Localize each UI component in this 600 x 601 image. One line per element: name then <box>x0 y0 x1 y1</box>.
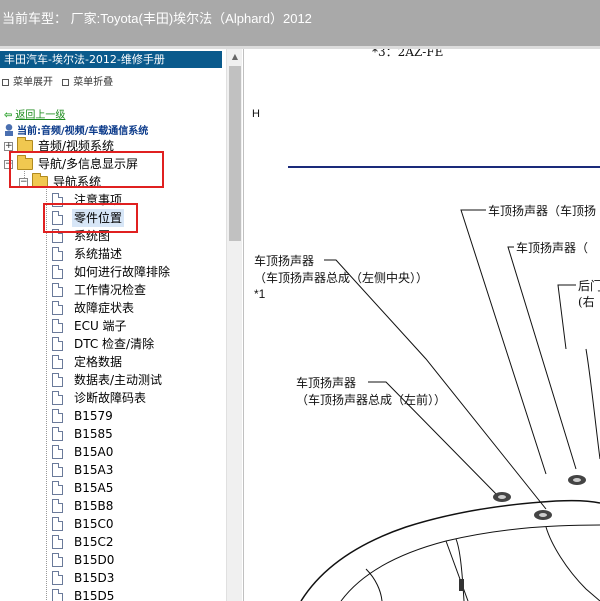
vehicle-outline <box>300 499 600 601</box>
vehicle-model-title: 当前车型： 厂家:Toyota(丰田)埃尔法（Alphard）2012 <box>2 11 312 26</box>
document-icon <box>52 499 63 513</box>
document-icon <box>52 373 63 387</box>
footnote-1: *1 <box>254 287 266 301</box>
tree-item-label: B15D3 <box>74 571 115 585</box>
expand-icon[interactable]: + <box>4 142 13 151</box>
document-icon <box>52 301 63 315</box>
tree-item-label: B15C0 <box>74 517 114 531</box>
current-location-label: 当前:音频/视频/车载通信系统 <box>17 126 149 137</box>
tree-item-label: B15A3 <box>74 463 114 477</box>
tree-item-label: B15A5 <box>74 481 114 495</box>
expand-menu-button[interactable]: 菜单展开 <box>2 77 53 88</box>
document-icon <box>52 463 63 477</box>
vehicle-outline <box>445 540 469 601</box>
document-icon <box>52 445 63 459</box>
back-link[interactable]: 返回上一级 <box>15 110 65 121</box>
callout-roof-left-center-detail: （车顶扬声器总成（左侧中央）） <box>254 271 429 285</box>
tree-item-label: B1585 <box>74 427 113 441</box>
tree-item-label: 定格数据 <box>74 355 123 369</box>
document-icon <box>52 535 63 549</box>
tree-connector <box>46 182 47 601</box>
document-icon <box>52 481 63 495</box>
title-bar: 当前车型： 厂家:Toyota(丰田)埃尔法（Alphard）2012 <box>0 0 600 46</box>
collapse-menu-button[interactable]: 菜单折叠 <box>62 77 113 88</box>
roof-speaker-part <box>573 478 581 482</box>
document-icon <box>52 409 63 423</box>
tree-item-label: 工作情况检查 <box>74 283 147 297</box>
document-icon <box>52 337 63 351</box>
expand-menu-label: 菜单展开 <box>13 77 53 88</box>
scrollbar-thumb[interactable] <box>229 66 241 241</box>
document-icon <box>52 553 63 567</box>
highlight-box <box>43 203 138 233</box>
leader-line <box>507 246 577 470</box>
document-icon <box>52 571 63 585</box>
vehicle-outline <box>585 348 600 460</box>
roof-speaker-part <box>539 513 547 517</box>
tree-item-label: 诊断故障码表 <box>74 391 147 405</box>
tree-item-label: 如何进行故障排除 <box>74 265 171 279</box>
callout-roof-left-front-detail: （车顶扬声器总成（左前）） <box>296 393 447 407</box>
tree-item-label: 数据表/主动测试 <box>74 373 163 387</box>
vehicle-outline <box>455 538 465 601</box>
leader-line <box>557 284 576 350</box>
leader-line <box>324 259 547 510</box>
document-icon <box>52 247 63 261</box>
tree-item-label: B15D0 <box>74 553 115 567</box>
vehicle-outline <box>365 568 383 601</box>
parts-location-diagram <box>288 166 600 601</box>
expand-icon <box>2 79 9 86</box>
tree-scrollbar[interactable]: ▲ <box>226 49 242 601</box>
manual-title: 丰田汽车-埃尔法-2012-维修手册 <box>0 51 222 68</box>
scroll-up-icon[interactable]: ▲ <box>227 49 243 65</box>
roof-speaker-part <box>498 495 506 499</box>
callout-rear-door: 后门 <box>578 279 600 293</box>
tree-item-label: 故障症状表 <box>74 301 135 315</box>
callout-rear-door-sub: (右 <box>578 295 595 309</box>
current-location: 当前:音频/视频/车载通信系统 <box>4 122 148 137</box>
callout-roof-left-center: 车顶扬声器 <box>254 254 315 268</box>
vehicle-outline <box>545 526 600 601</box>
navigation-pane: 丰田汽车-埃尔法-2012-维修手册 菜单展开 菜单折叠 ⇦ 返回上一级 当前:音… <box>0 49 244 601</box>
diagram-pane: *3：2AZ-FE H 车顶扬声器（车顶扬 车顶扬声器（ 后门 (右 车顶扬声器… <box>246 49 600 601</box>
tree-item-label: B15D5 <box>74 589 115 601</box>
menu-toolbar: 菜单展开 菜单折叠 <box>2 73 119 88</box>
document-icon <box>52 319 63 333</box>
tree-item-label: B15C2 <box>74 535 114 549</box>
document-icon <box>52 391 63 405</box>
tree-item-label: ECU 端子 <box>74 319 127 333</box>
back-link-row[interactable]: ⇦ 返回上一级 <box>4 106 65 121</box>
tree-item-label: DTC 检查/清除 <box>74 337 155 351</box>
vehicle-detail <box>459 579 464 591</box>
document-icon <box>52 283 63 297</box>
marker-h: H <box>252 108 260 120</box>
tree-item-label: B15A0 <box>74 445 114 459</box>
document-icon <box>52 265 63 279</box>
callout-roof-left-front: 车顶扬声器 <box>296 376 357 390</box>
document-icon <box>52 589 63 601</box>
highlight-box <box>9 151 164 188</box>
engine-note: *3：2AZ-FE <box>372 49 444 59</box>
document-icon <box>52 427 63 441</box>
callout-roof-speaker: 车顶扬声器（ <box>516 241 589 255</box>
document-icon <box>52 517 63 531</box>
document-icon <box>52 355 63 369</box>
collapse-menu-label: 菜单折叠 <box>73 77 114 88</box>
callout-roof-speaker: 车顶扬声器（车顶扬 <box>488 204 597 218</box>
tree-item-label: 系统描述 <box>74 247 123 261</box>
back-arrow-icon: ⇦ <box>4 110 13 121</box>
collapse-icon <box>62 79 70 86</box>
tree-item-label: B1579 <box>74 409 113 423</box>
user-icon <box>4 124 14 136</box>
tree-item-label: B15B8 <box>74 499 114 513</box>
